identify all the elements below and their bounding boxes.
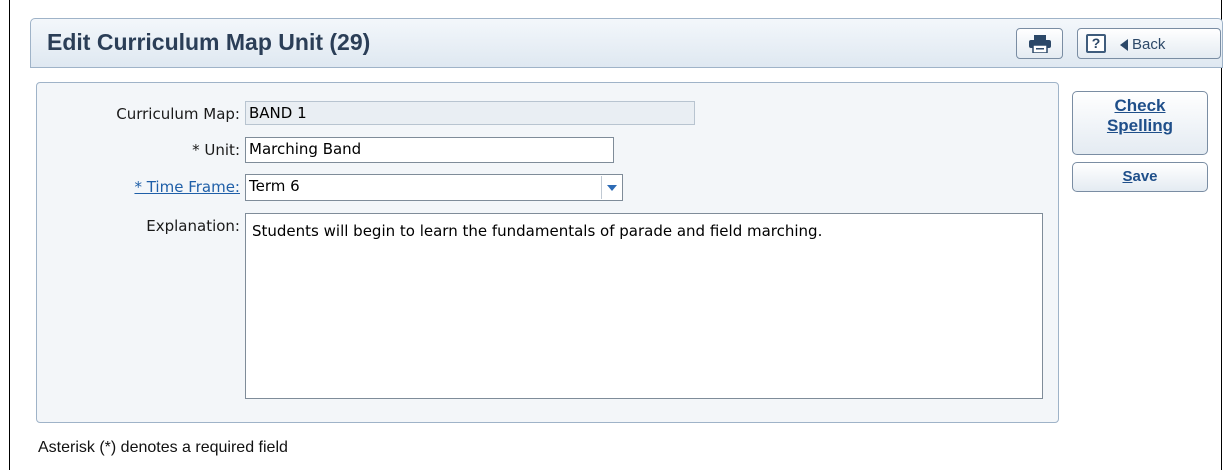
check-spelling-button[interactable]: Check Spelling [1072,91,1208,155]
page-title: Edit Curriculum Map Unit (29) [47,29,371,55]
printer-icon [1029,35,1051,53]
check-spelling-line2: Spelling [1106,116,1174,135]
save-button[interactable]: Save [1072,162,1208,192]
unit-label: * Unit: [192,141,240,159]
chevron-down-icon[interactable] [601,176,621,199]
save-label: ave [1132,168,1158,185]
time-frame-select[interactable]: Term 6 [245,174,623,201]
back-arrow-icon [1120,39,1128,51]
unit-input[interactable]: Marching Band [245,137,614,163]
help-icon[interactable]: ? [1086,34,1106,53]
curriculum-map-field: BAND 1 [245,101,695,125]
time-frame-link[interactable]: * Time Frame: [134,178,240,196]
print-button[interactable] [1016,28,1063,59]
save-accelerator: S [1122,168,1133,185]
form-panel: Curriculum Map: BAND 1 * Unit: Marching … [36,82,1059,423]
help-back-group: ? Back [1077,28,1221,59]
time-frame-value: Term 6 [249,177,300,195]
curriculum-map-label: Curriculum Map: [116,105,240,123]
explanation-textarea[interactable]: Students will begin to learn the fundame… [245,213,1043,399]
page-header: Edit Curriculum Map Unit (29) ? Back [30,18,1223,68]
page-frame: Edit Curriculum Map Unit (29) ? Back Cur… [9,0,1223,470]
check-spelling-line1: Check [1114,96,1166,115]
explanation-label: Explanation: [146,217,240,235]
required-field-note: Asterisk (*) denotes a required field [38,439,288,456]
back-button[interactable]: Back [1132,36,1165,53]
